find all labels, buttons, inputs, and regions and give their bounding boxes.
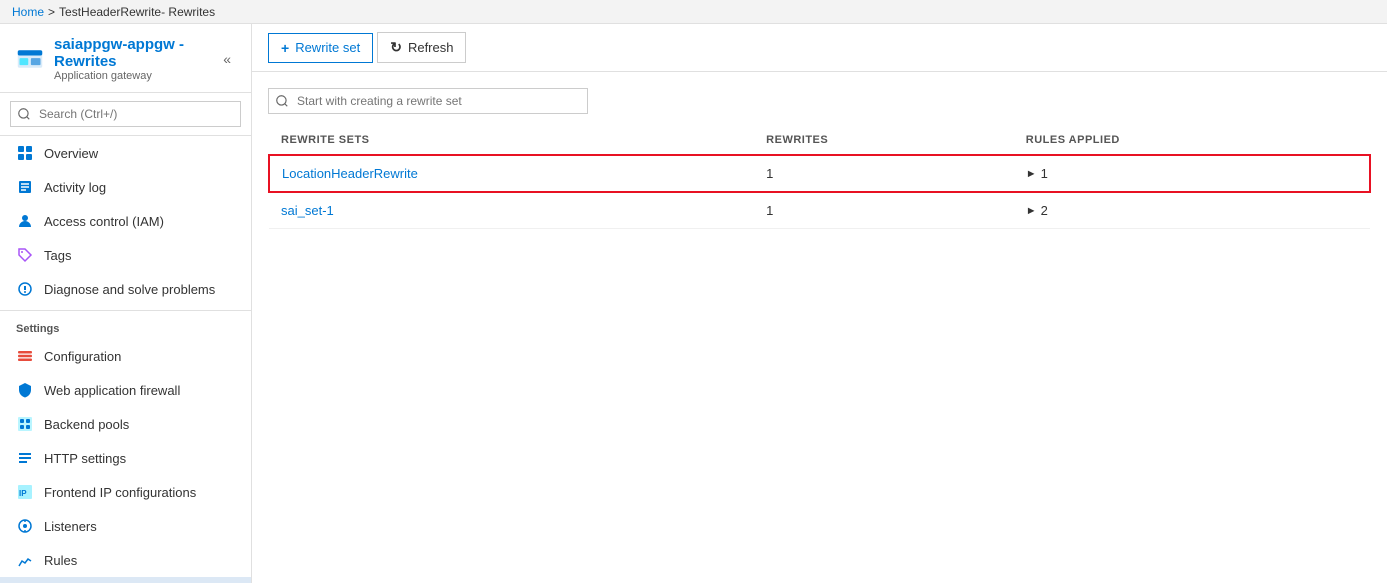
rewrite-set-link[interactable]: LocationHeaderRewrite bbox=[282, 166, 418, 181]
backend-pools-icon bbox=[16, 415, 34, 433]
refresh-icon: ↻ bbox=[390, 39, 402, 56]
rewrite-set-label: Rewrite set bbox=[295, 40, 360, 55]
sidebar-item-tags[interactable]: Tags bbox=[0, 238, 251, 272]
svg-text:IP: IP bbox=[19, 489, 27, 498]
iam-icon bbox=[16, 212, 34, 230]
sidebar-item-overview[interactable]: Overview bbox=[0, 136, 251, 170]
rules-applied-count: ►2 bbox=[1014, 192, 1370, 229]
refresh-button[interactable]: ↻ Refresh bbox=[377, 32, 466, 63]
rewrites-count: 1 bbox=[754, 192, 1014, 229]
filter-input[interactable] bbox=[268, 88, 588, 114]
sidebar-item-rewrites[interactable]: Rewrites bbox=[0, 577, 251, 583]
sidebar-item-activity-log[interactable]: Activity log bbox=[0, 170, 251, 204]
rules-arrow-icon: ► bbox=[1026, 205, 1037, 217]
sidebar-search-container bbox=[0, 93, 251, 136]
waf-icon bbox=[16, 381, 34, 399]
overview-icon bbox=[16, 144, 34, 162]
main-panel: + Rewrite set ↻ Refresh RE bbox=[252, 24, 1387, 583]
rewrite-set-name[interactable]: sai_set-1 bbox=[269, 192, 754, 229]
plus-icon: + bbox=[281, 40, 289, 56]
rewrite-set-name[interactable]: LocationHeaderRewrite bbox=[269, 155, 754, 192]
rules-applied-value: 1 bbox=[1041, 166, 1048, 181]
sidebar-item-iam[interactable]: Access control (IAM) bbox=[0, 204, 251, 238]
table-row[interactable]: LocationHeaderRewrite1►1 bbox=[269, 155, 1370, 192]
rules-arrow-icon: ► bbox=[1026, 168, 1037, 180]
sidebar-item-diagnose[interactable]: Diagnose and solve problems bbox=[0, 272, 251, 306]
activity-log-icon bbox=[16, 178, 34, 196]
refresh-label: Refresh bbox=[408, 40, 454, 55]
col-header-rewrites: REWRITES bbox=[754, 126, 1014, 155]
configuration-icon bbox=[16, 347, 34, 365]
sidebar-item-rules[interactable]: Rules bbox=[0, 543, 251, 577]
sidebar-item-iam-label: Access control (IAM) bbox=[44, 214, 235, 229]
nav-items: Overview Activity log Access control (IA… bbox=[0, 136, 251, 583]
sidebar-item-backend-pools-label: Backend pools bbox=[44, 417, 235, 432]
sidebar-item-backend-pools[interactable]: Backend pools bbox=[0, 407, 251, 441]
sidebar: saiappgw-appgw - Rewrites Application ga… bbox=[0, 24, 252, 583]
frontend-ip-icon: IP bbox=[16, 483, 34, 501]
rules-applied-count: ►1 bbox=[1014, 155, 1370, 192]
rules-icon bbox=[16, 551, 34, 569]
sidebar-item-tags-label: Tags bbox=[44, 248, 235, 263]
sidebar-item-frontend-ip-label: Frontend IP configurations bbox=[44, 485, 235, 500]
sidebar-item-waf-label: Web application firewall bbox=[44, 383, 235, 398]
sidebar-item-configuration-label: Configuration bbox=[44, 349, 235, 364]
table-row[interactable]: sai_set-11►2 bbox=[269, 192, 1370, 229]
sidebar-item-frontend-ip[interactable]: IP Frontend IP configurations bbox=[0, 475, 251, 509]
rewrites-table: REWRITE SETS REWRITES RULES APPLIED Loca… bbox=[268, 126, 1371, 229]
sidebar-item-http-settings[interactable]: HTTP settings bbox=[0, 441, 251, 475]
resource-header: saiappgw-appgw - Rewrites Application ga… bbox=[0, 24, 251, 93]
breadcrumb-home[interactable]: Home bbox=[12, 5, 44, 19]
panel-content: REWRITE SETS REWRITES RULES APPLIED Loca… bbox=[252, 72, 1387, 583]
rewrite-set-link[interactable]: sai_set-1 bbox=[281, 203, 334, 218]
sidebar-search-input[interactable] bbox=[10, 101, 241, 127]
sidebar-item-waf[interactable]: Web application firewall bbox=[0, 373, 251, 407]
breadcrumb: Home > TestHeaderRewrite- Rewrites bbox=[0, 0, 1387, 24]
resource-subtitle: Application gateway bbox=[54, 70, 209, 82]
sidebar-item-activity-log-label: Activity log bbox=[44, 180, 235, 195]
collapse-sidebar-button[interactable]: « bbox=[219, 49, 235, 69]
sidebar-item-listeners[interactable]: Listeners bbox=[0, 509, 251, 543]
filter-bar bbox=[268, 88, 1371, 114]
sidebar-item-listeners-label: Listeners bbox=[44, 519, 235, 534]
settings-section-label: Settings bbox=[0, 310, 251, 339]
col-header-rules-applied: RULES APPLIED bbox=[1014, 126, 1370, 155]
resource-title: saiappgw-appgw - Rewrites bbox=[54, 36, 209, 70]
breadcrumb-current: TestHeaderRewrite- Rewrites bbox=[59, 5, 215, 19]
sidebar-item-diagnose-label: Diagnose and solve problems bbox=[44, 282, 235, 297]
rewrites-count: 1 bbox=[754, 155, 1014, 192]
sidebar-item-http-settings-label: HTTP settings bbox=[44, 451, 235, 466]
rules-applied-value: 2 bbox=[1041, 203, 1048, 218]
tags-icon bbox=[16, 246, 34, 264]
http-settings-icon bbox=[16, 449, 34, 467]
col-header-rewrite-sets: REWRITE SETS bbox=[269, 126, 754, 155]
rewrite-set-button[interactable]: + Rewrite set bbox=[268, 33, 373, 63]
listeners-icon bbox=[16, 517, 34, 535]
sidebar-item-overview-label: Overview bbox=[44, 146, 235, 161]
app-gateway-icon bbox=[16, 43, 44, 75]
toolbar: + Rewrite set ↻ Refresh bbox=[252, 24, 1387, 72]
sidebar-item-configuration[interactable]: Configuration bbox=[0, 339, 251, 373]
sidebar-item-rules-label: Rules bbox=[44, 553, 235, 568]
diagnose-icon bbox=[16, 280, 34, 298]
